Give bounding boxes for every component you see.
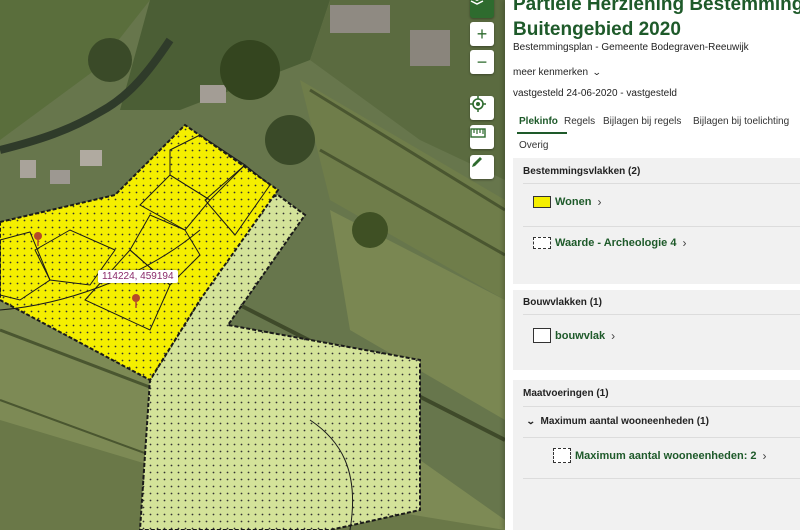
legend-item-archeologie[interactable]: Waarde - Archeologie 4 ›	[533, 236, 686, 250]
divider	[523, 226, 800, 227]
legend-label-wonen: Wonen	[555, 196, 592, 208]
section-heading-maatvoeringen: Maatvoeringen (1)	[523, 388, 609, 399]
active-tab-indicator	[517, 132, 567, 134]
zoom-in-icon: +	[476, 24, 488, 44]
info-panel: Partiële Herziening Bestemmings Buitenge…	[505, 0, 800, 530]
more-properties-toggle[interactable]: meer kenmerken ⌄	[513, 67, 602, 78]
more-properties-label: meer kenmerken	[513, 67, 589, 78]
plan-status: vastgesteld 24-06-2020 - vastgesteld	[513, 88, 677, 99]
section-heading-bouwvlakken: Bouwvlakken (1)	[523, 297, 602, 308]
chevron-down-icon: ⌄	[525, 416, 536, 426]
chevron-right-icon: ›	[762, 448, 767, 463]
legend-label-bouwvlak: bouwvlak	[555, 329, 606, 342]
draw-icon	[472, 157, 482, 167]
legend-item-wonen[interactable]: Wonen ›	[533, 195, 601, 209]
layers-button[interactable]	[470, 0, 494, 18]
locate-icon	[470, 96, 486, 112]
coordinate-label: 114224, 459194	[98, 270, 178, 283]
zoom-in-button[interactable]: +	[470, 22, 494, 46]
map-view[interactable]: 114224, 459194 + −	[0, 0, 505, 530]
bouwvlak-swatch	[533, 328, 551, 343]
section-heading-bestemmingsvlakken: Bestemmingsvlakken (2)	[523, 166, 641, 177]
divider	[523, 314, 800, 315]
measure-button[interactable]	[470, 125, 494, 149]
chevron-down-icon: ⌄	[591, 67, 602, 77]
zoom-out-icon: −	[476, 52, 488, 72]
locate-button[interactable]	[470, 96, 494, 120]
plan-subtitle: Bestemmingsplan - Gemeente Bodegraven-Re…	[513, 42, 749, 53]
zoom-out-button[interactable]: −	[470, 50, 494, 74]
tab-overig[interactable]: Overig	[519, 140, 548, 151]
divider	[523, 406, 800, 407]
map-canvas[interactable]	[0, 0, 505, 530]
wonen-swatch	[533, 196, 551, 208]
tab-bijlagen-toelichting[interactable]: Bijlagen bij toelichting	[693, 116, 789, 127]
legend-item-max-wooneenheden[interactable]: Maximum aantal wooneenheden: 2 ›	[553, 448, 767, 463]
archeologie-swatch	[533, 237, 551, 249]
legend-item-bouwvlak[interactable]: bouwvlak ›	[533, 328, 615, 343]
divider	[523, 183, 800, 184]
maatvoering-swatch	[553, 448, 571, 463]
legend-label-max-wooneenheden: Maximum aantal wooneenheden: 2	[575, 449, 757, 462]
plan-title-line1: Partiële Herziening Bestemmings	[513, 0, 800, 15]
group-label: Maximum aantal wooneenheden (1)	[540, 416, 709, 427]
layers-icon	[470, 0, 484, 5]
chevron-right-icon: ›	[611, 328, 616, 343]
plan-title: Partiële Herziening Bestemmings Buitenge…	[513, 0, 800, 42]
measure-icon	[470, 128, 486, 138]
chevron-right-icon: ›	[682, 236, 687, 250]
tab-bijlagen-regels[interactable]: Bijlagen bij regels	[603, 116, 681, 127]
tab-plekinfo[interactable]: Plekinfo	[519, 116, 558, 127]
legend-label-archeologie: Waarde - Archeologie 4	[555, 237, 677, 249]
plan-title-line2: Buitengebied 2020	[513, 19, 681, 40]
group-max-wooneenheden[interactable]: ⌄ Maximum aantal wooneenheden (1)	[525, 416, 709, 427]
tab-regels[interactable]: Regels	[564, 116, 595, 127]
divider	[523, 478, 800, 479]
chevron-right-icon: ›	[597, 195, 602, 209]
divider	[523, 437, 800, 438]
draw-button[interactable]	[470, 155, 494, 179]
